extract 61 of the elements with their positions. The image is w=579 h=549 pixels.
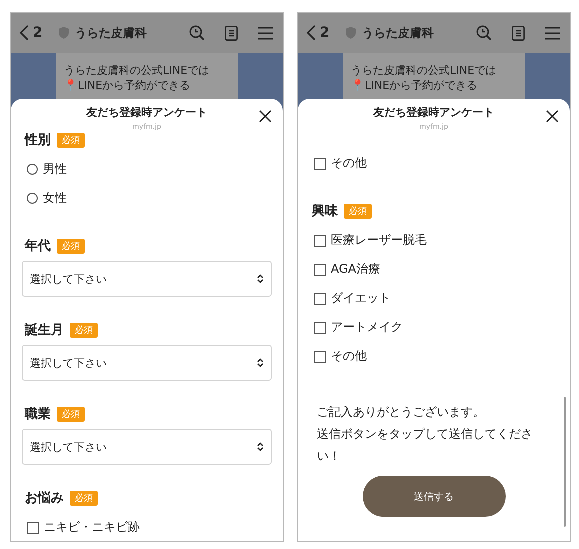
question-label: お悩み xyxy=(25,490,64,507)
chat-title: うらた皮膚科 xyxy=(74,24,147,42)
question-label: 年代 xyxy=(25,238,51,255)
option-label: ニキビ・ニキビ跡 xyxy=(44,519,140,536)
required-badge: 必須 xyxy=(57,132,85,148)
chevron-icon xyxy=(306,25,317,41)
option-label: ダイエット xyxy=(331,290,391,307)
updown-icon xyxy=(257,274,264,284)
notes-icon[interactable] xyxy=(512,26,525,40)
search-icon[interactable] xyxy=(189,25,205,41)
updown-icon xyxy=(257,442,264,452)
back-button[interactable]: 2 xyxy=(306,25,330,41)
chat-title: うらた皮膚科 xyxy=(362,24,434,42)
required-badge: 必須 xyxy=(344,204,372,218)
thanks-message: ご記入ありがとうございます。 xyxy=(317,404,485,421)
updown-icon xyxy=(257,358,264,368)
submit-button[interactable]: 送信する xyxy=(362,476,506,517)
menu-icon[interactable] xyxy=(545,26,560,40)
option-label: アートメイク xyxy=(331,319,403,336)
shield-icon xyxy=(346,27,356,39)
chevron-icon xyxy=(19,25,30,41)
checkbox[interactable] xyxy=(314,322,326,334)
select-dropdown[interactable]: 選択して下さい xyxy=(22,345,272,381)
option-label: AGA治療 xyxy=(331,261,381,278)
question-label: 興味 xyxy=(312,203,338,220)
close-icon[interactable] xyxy=(546,110,559,123)
checkbox[interactable] xyxy=(314,234,326,246)
sheet-title: 友だち登録時アンケート xyxy=(374,105,494,120)
required-badge: 必須 xyxy=(57,406,85,422)
checkbox[interactable] xyxy=(314,264,326,276)
question-label: 性別 xyxy=(25,132,51,149)
required-badge: 必須 xyxy=(57,238,85,254)
sheet-title: 友だち登録時アンケート xyxy=(86,105,208,120)
select-dropdown[interactable]: 選択して下さい xyxy=(22,261,272,297)
required-badge: 必須 xyxy=(70,322,98,338)
back-button[interactable]: 2 xyxy=(19,25,43,41)
option-label: その他 xyxy=(331,348,367,365)
message-text: 📍LINEから予約ができる xyxy=(351,78,479,93)
message-text: うらた皮膚科の公式LINEでは xyxy=(351,63,498,78)
checkbox[interactable] xyxy=(314,350,326,362)
select-dropdown[interactable]: 選択して下さい xyxy=(22,429,272,465)
radio-button[interactable] xyxy=(27,164,38,175)
notes-icon[interactable] xyxy=(225,26,238,40)
close-icon[interactable] xyxy=(259,110,272,123)
radio-button[interactable] xyxy=(27,193,38,204)
option-label: 医療レーザー脱毛 xyxy=(331,232,427,249)
message-text: 📍LINEから予約ができる xyxy=(64,78,192,93)
search-icon[interactable] xyxy=(476,25,492,41)
checkbox[interactable] xyxy=(314,158,326,170)
checkbox[interactable] xyxy=(27,522,39,534)
option-label: 男性 xyxy=(43,161,67,178)
checkbox[interactable] xyxy=(314,292,326,304)
shield-icon xyxy=(58,27,69,39)
menu-icon[interactable] xyxy=(258,26,273,40)
option-label: その他 xyxy=(331,155,367,172)
question-label: 誕生月 xyxy=(25,322,64,339)
question-label: 職業 xyxy=(25,406,51,423)
required-badge: 必須 xyxy=(70,490,98,506)
thanks-message: 送信ボタンをタップして送信してください！ xyxy=(317,426,534,465)
message-text: うらた皮膚科の公式LINEでは xyxy=(64,63,211,78)
option-label: 女性 xyxy=(43,190,67,207)
